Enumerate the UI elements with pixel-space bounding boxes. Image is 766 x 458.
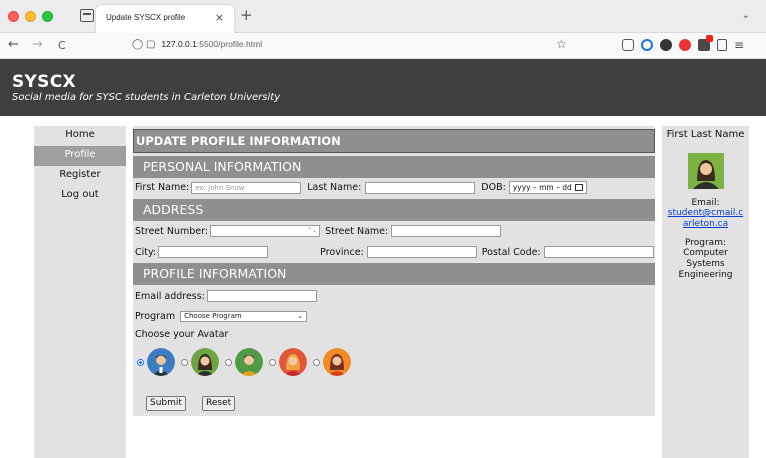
street-name-field[interactable] xyxy=(391,225,502,237)
avatar-radio-5[interactable] xyxy=(313,358,320,366)
reload-icon[interactable]: C xyxy=(58,39,66,52)
last-name-field[interactable] xyxy=(365,181,476,194)
spinner-icon[interactable]: ⌃⌄ xyxy=(307,226,319,236)
profile-info-heading: PROFILE INFORMATION xyxy=(133,263,655,285)
postal-code-field[interactable] xyxy=(543,246,654,258)
avatar-man-blue-icon[interactable] xyxy=(147,348,175,376)
avatar-woman-red-icon[interactable] xyxy=(279,348,307,376)
forward-arrow-icon[interactable]: → xyxy=(32,37,43,52)
left-nav: Home Profile Register Log out xyxy=(34,126,126,458)
avatar-radio-4[interactable] xyxy=(269,358,276,366)
submit-button[interactable]: Submit xyxy=(146,396,186,411)
city-field[interactable] xyxy=(158,246,269,258)
street-number-label: Street Number: xyxy=(135,225,209,237)
city-row: City: Province: Postal Code: xyxy=(135,246,655,258)
last-name-label: Last Name: xyxy=(307,182,362,193)
browser-toolbar: ← → C ◯ ▢ 127.0.0.1:5500/profile.html ☆ ≡ xyxy=(0,33,766,59)
program-value: Computer Systems Engineering xyxy=(678,248,733,280)
profile-avatar xyxy=(687,153,724,189)
postal-code-label: Postal Code: xyxy=(481,246,541,258)
street-number-stepper[interactable]: ⌃⌄ xyxy=(210,225,321,237)
chevron-down-icon: ⌄ xyxy=(297,312,304,320)
personal-info-heading: PERSONAL INFORMATION xyxy=(133,156,655,178)
site-header: SYSCX Social media for SYSC students in … xyxy=(0,59,766,116)
first-name-field[interactable]: ex: John Snow xyxy=(191,181,302,194)
url-host: 127.0.0.1 xyxy=(161,39,197,49)
extension-blue-icon[interactable] xyxy=(641,39,653,51)
nav-item-profile[interactable]: Profile xyxy=(34,146,126,166)
share-icon[interactable] xyxy=(717,39,727,51)
avatar-radio-2[interactable] xyxy=(181,358,188,366)
avatar-radio-1[interactable] xyxy=(137,358,144,366)
profile-form: UPDATE PROFILE INFORMATION PERSONAL INFO… xyxy=(133,126,655,416)
pocket-icon[interactable] xyxy=(622,39,634,51)
bookmark-star-icon[interactable]: ☆ xyxy=(556,37,567,51)
page-title: UPDATE PROFILE INFORMATION xyxy=(133,129,655,153)
browser-tab-strip: Update SYSCX profile × + ⌄ xyxy=(0,0,766,33)
email-row: Email address: xyxy=(135,290,317,302)
menu-icon[interactable]: ≡ xyxy=(734,38,744,52)
nav-item-logout[interactable]: Log out xyxy=(34,186,126,206)
address-bar[interactable]: ◯ ▢ 127.0.0.1:5500/profile.html xyxy=(132,39,262,50)
program-label: Program xyxy=(135,311,176,322)
nav-item-home[interactable]: Home xyxy=(34,126,126,146)
extension-icons: ≡ xyxy=(622,35,744,52)
avatar-radio-3[interactable] xyxy=(225,358,232,366)
dob-placeholder: yyyy – mm – dd xyxy=(512,183,572,192)
browser-tab[interactable]: Update SYSCX profile × xyxy=(96,5,234,33)
program-select[interactable]: Choose Program ⌄ xyxy=(180,311,308,322)
province-label: Province: xyxy=(320,246,364,258)
adblock-icon[interactable] xyxy=(679,39,691,51)
street-row: Street Number: ⌃⌄ Street Name: xyxy=(135,225,502,237)
window-controls xyxy=(8,11,53,22)
address-heading: ADDRESS xyxy=(133,199,655,221)
province-field[interactable] xyxy=(366,246,477,258)
tab-close-icon[interactable]: × xyxy=(215,11,224,24)
avatar-woman-green-icon[interactable] xyxy=(191,348,219,376)
avatar-options xyxy=(137,348,357,376)
email-heading: Email: xyxy=(691,198,720,208)
shield-icon: ◯ ▢ xyxy=(132,39,156,50)
email-field[interactable] xyxy=(206,290,317,302)
profile-name: First Last Name xyxy=(666,129,745,140)
dob-field[interactable]: yyyy – mm – dd xyxy=(508,181,587,194)
back-arrow-icon[interactable]: ← xyxy=(8,37,19,52)
program-heading: Program: xyxy=(684,238,726,248)
first-name-label: First Name: xyxy=(135,182,190,193)
site-title: SYSCX xyxy=(12,72,76,92)
program-selected: Choose Program xyxy=(184,312,242,320)
avatar-row: Choose your Avatar xyxy=(135,329,228,340)
minimize-window-button[interactable] xyxy=(25,11,36,22)
dob-label: DOB: xyxy=(481,182,506,193)
avatar-label: Choose your Avatar xyxy=(135,329,229,340)
tab-list-icon[interactable] xyxy=(80,9,94,22)
close-window-button[interactable] xyxy=(8,11,19,22)
new-tab-button[interactable]: + xyxy=(240,6,253,24)
avatar-man-green-icon[interactable] xyxy=(235,348,263,376)
personal-info-row: First Name: ex: John Snow Last Name: DOB… xyxy=(135,181,587,194)
avatar-woman-orange-icon[interactable] xyxy=(323,348,351,376)
url-path: :5500/profile.html xyxy=(196,39,263,49)
nav-item-register[interactable]: Register xyxy=(34,166,126,186)
tab-title: Update SYSCX profile xyxy=(106,13,186,22)
street-name-label: Street Name: xyxy=(325,225,389,237)
extension-dark-icon[interactable] xyxy=(660,39,672,51)
extension-badge-icon[interactable] xyxy=(698,35,713,51)
reset-button[interactable]: Reset xyxy=(202,396,236,411)
zoom-window-button[interactable] xyxy=(42,11,53,22)
email-link[interactable]: student@cmail.carleton.ca xyxy=(662,208,749,230)
profile-sidebar: First Last Name Email: student@cmail.car… xyxy=(662,126,749,458)
chevron-down-icon[interactable]: ⌄ xyxy=(742,10,750,21)
email-label: Email address: xyxy=(135,290,205,302)
program-row: Program Choose Program ⌄ xyxy=(135,311,308,322)
city-label: City: xyxy=(135,246,157,258)
site-tagline: Social media for SYSC students in Carlet… xyxy=(12,92,281,103)
calendar-icon[interactable] xyxy=(574,184,583,191)
